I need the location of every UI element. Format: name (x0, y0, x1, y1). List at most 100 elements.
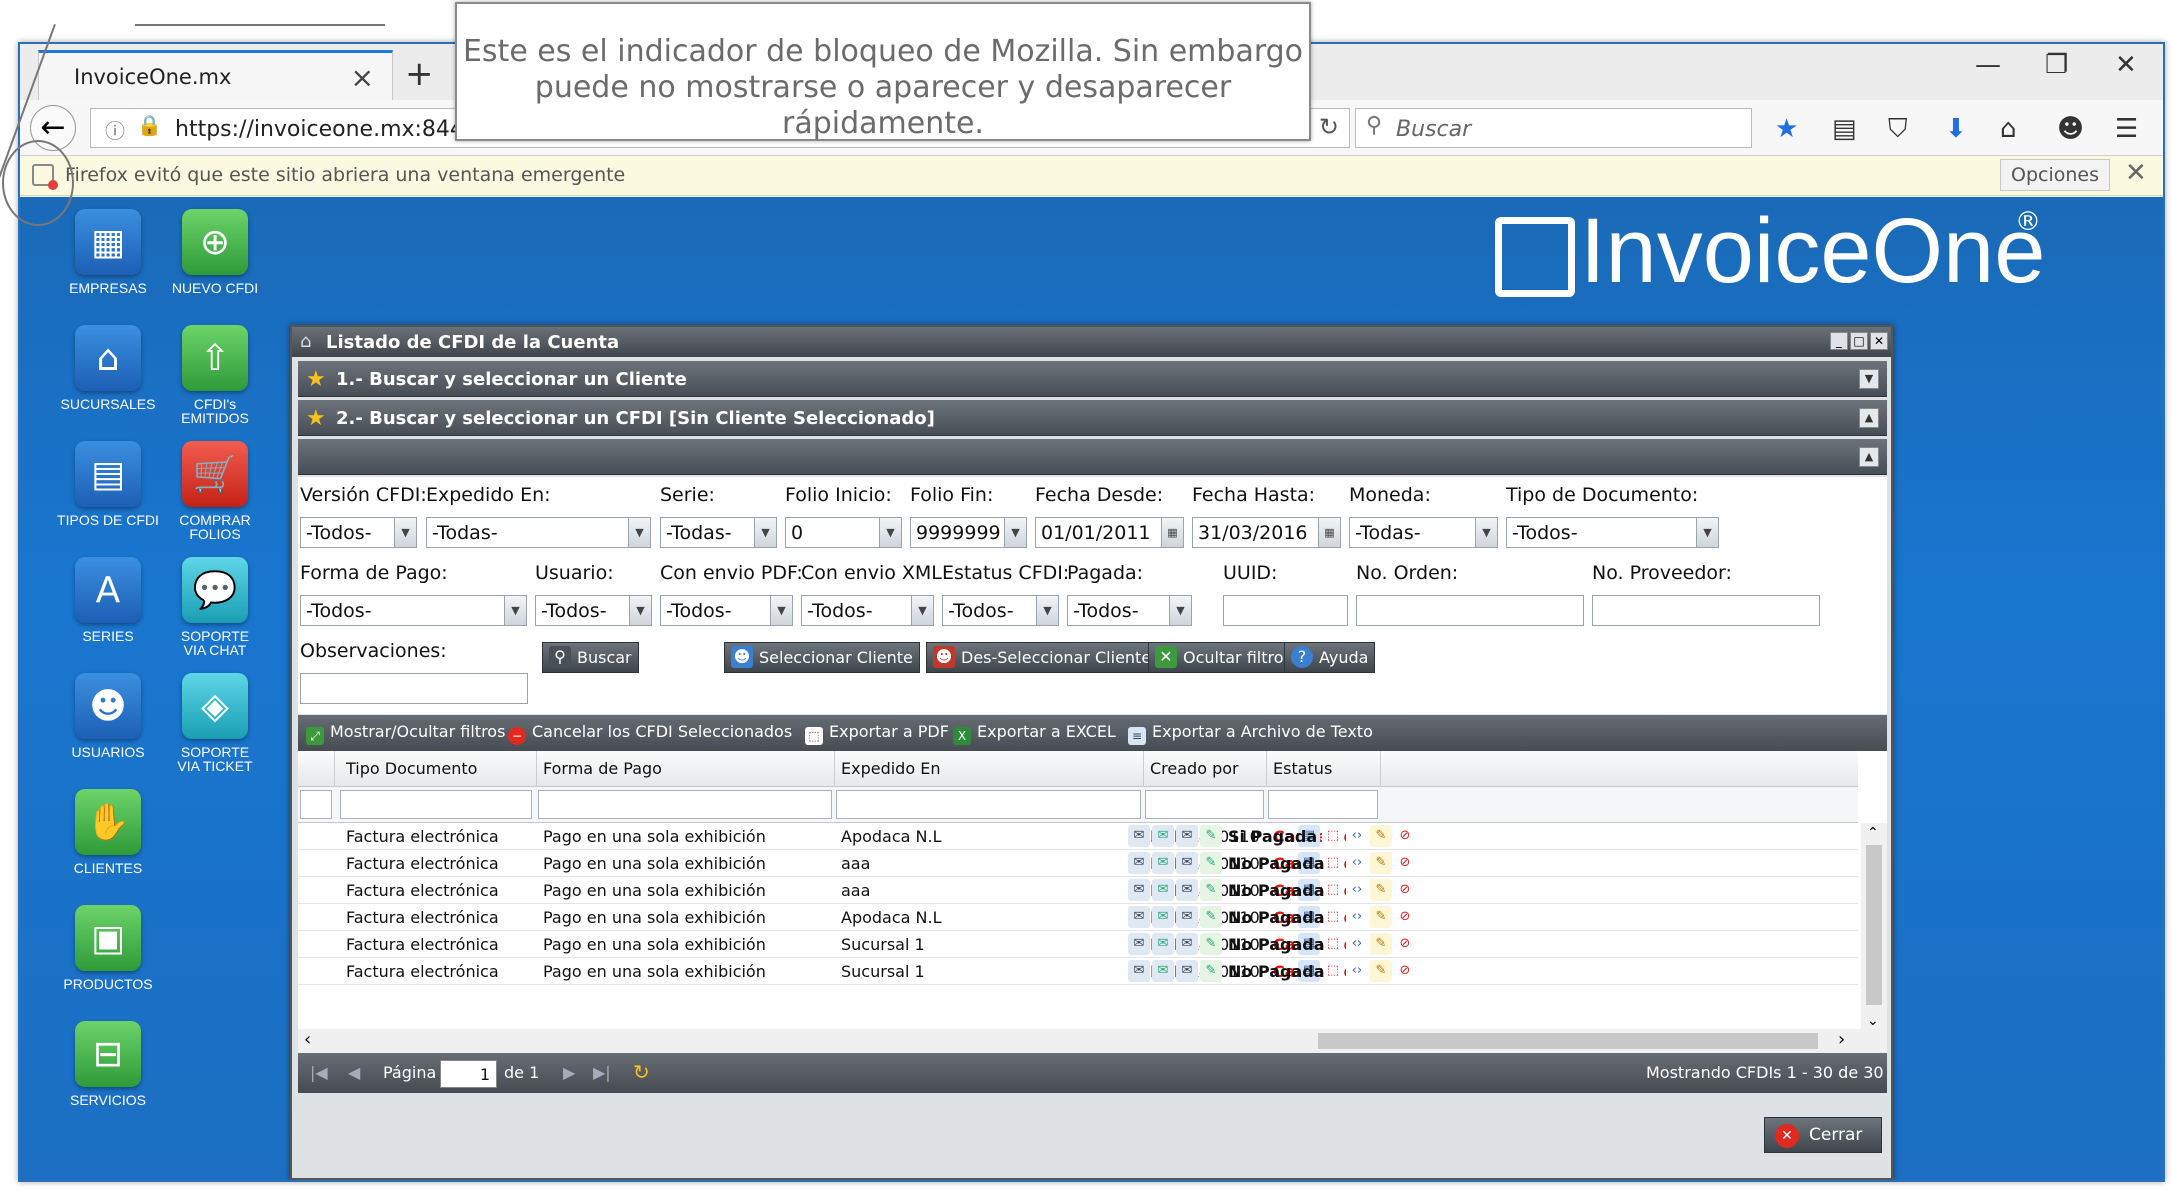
select-estatus[interactable]: -Todos- ▼ (942, 595, 1059, 626)
table-row[interactable]: Factura electrónica Pago en una sola exhi… (298, 958, 1858, 985)
download-icon[interactable]: ⬇ (1945, 114, 1967, 144)
no-orden-input[interactable] (1356, 595, 1584, 626)
scroll-up-icon[interactable]: ⌃ (1867, 825, 1879, 841)
browser-tab[interactable]: InvoiceOne.mx × (38, 50, 393, 100)
stepper-folio-inicio[interactable]: 0 ▼ (785, 517, 902, 548)
column-header-creado[interactable]: Creado por (1150, 759, 1239, 778)
send-email-icon[interactable]: ✉ (1152, 879, 1174, 901)
select-envio-pdf[interactable]: -Todos- ▼ (660, 595, 793, 626)
grid-filter-tipo[interactable] (340, 790, 532, 819)
forward-icon[interactable]: ✉ (1176, 933, 1198, 955)
first-page-icon[interactable]: |◀ (310, 1063, 328, 1082)
column-header-estatus[interactable]: Estatus (1273, 759, 1332, 778)
cancelar-cfdi-button[interactable]: − Cancelar los CFDI Seleccionados (508, 722, 792, 745)
new-tab-icon[interactable]: + (405, 54, 434, 94)
collapse-icon[interactable]: ▲ (1859, 408, 1879, 428)
grid-filter-forma[interactable] (538, 790, 832, 819)
forward-icon[interactable]: ✉ (1176, 852, 1198, 874)
table-row[interactable]: Factura electrónica Pago en una sola exhi… (298, 823, 1858, 850)
collapse-icon[interactable]: ▲ (1859, 447, 1879, 467)
desktop-series[interactable]: A SERIES (53, 557, 163, 643)
select-expedido[interactable]: -Todas- ▼ (426, 517, 651, 548)
page-input[interactable]: 1 (440, 1060, 497, 1088)
chevron-down-icon[interactable]: ▼ (1004, 518, 1026, 547)
edit-icon[interactable]: ✎ (1370, 879, 1392, 901)
desktop-tipos-cfdi[interactable]: ▤ TIPOS DE CFDI (53, 441, 163, 527)
chevron-down-icon[interactable]: ▼ (1696, 518, 1718, 547)
table-row[interactable]: Factura electrónica Pago en una sola exhi… (298, 877, 1858, 904)
scroll-down-icon[interactable]: ⌄ (1867, 1013, 1879, 1029)
edit-icon[interactable]: ✎ (1370, 960, 1392, 982)
edit-icon[interactable]: ✎ (1370, 933, 1392, 955)
window-close-icon[interactable]: ✕ (2115, 50, 2137, 80)
pdf-icon[interactable]: ⬚ (1322, 825, 1344, 847)
exportar-excel-button[interactable]: X Exportar a EXCEL (953, 722, 1116, 745)
uuid-input[interactable] (1223, 595, 1348, 626)
notification-close-icon[interactable]: ✕ (2125, 158, 2147, 188)
window-close-icon[interactable]: ✕ (1870, 332, 1888, 350)
mostrar-filtros-button[interactable]: ⤢ Mostrar/Ocultar filtros (306, 722, 505, 745)
delete-icon[interactable]: ⊘ (1394, 933, 1416, 955)
stepper-folio-fin[interactable]: 9999999 ▼ (910, 517, 1027, 548)
select-usuario[interactable]: -Todos- ▼ (535, 595, 652, 626)
send-email-icon[interactable]: ✉ (1152, 960, 1174, 982)
email-icon[interactable]: ✉ (1128, 933, 1150, 955)
reload-icon[interactable]: ↻ (1319, 113, 1339, 141)
bookmark-star-icon[interactable]: ★ (1775, 114, 1798, 144)
payment-icon[interactable]: ✎ (1200, 852, 1222, 874)
minimize-icon[interactable]: — (1975, 50, 2001, 80)
select-forma-pago[interactable]: -Todos- ▼ (300, 595, 527, 626)
select-tipo-documento[interactable]: -Todos- ▼ (1506, 517, 1719, 548)
delete-icon[interactable]: ⊘ (1394, 879, 1416, 901)
pdf-icon[interactable]: ⬚ (1322, 879, 1344, 901)
window-maximize-icon[interactable]: □ (1850, 332, 1868, 350)
exportar-texto-button[interactable]: ≡ Exportar a Archivo de Texto (1128, 722, 1373, 745)
desktop-productos[interactable]: ▣ PRODUCTOS (53, 905, 163, 991)
desktop-clientes[interactable]: ✋ CLIENTES (53, 789, 163, 875)
pocket-icon[interactable]: ⛉ (1888, 114, 1908, 145)
desktop-usuarios[interactable]: ☻ USUARIOS (53, 673, 163, 759)
panel-buscar-cfdi[interactable]: ★ 2.- Buscar y seleccionar un CFDI [Sin … (298, 400, 1887, 436)
lock-icon[interactable]: 🔒 (137, 113, 162, 137)
forward-icon[interactable]: ✉ (1176, 906, 1198, 928)
edit-icon[interactable]: ✎ (1370, 825, 1392, 847)
last-page-icon[interactable]: ▶| (593, 1063, 611, 1082)
delete-icon[interactable]: ⊘ (1394, 825, 1416, 847)
date-fecha-hasta[interactable]: 31/03/2016 ▦ (1192, 517, 1341, 548)
desktop-cfdis-emitidos[interactable]: ⇧ CFDI's EMITIDOS (160, 325, 270, 425)
column-header-tipo[interactable]: Tipo Documento (346, 759, 477, 778)
window-minimize-icon[interactable]: _ (1830, 332, 1848, 350)
buscar-button[interactable]: ⚲ Buscar (542, 642, 639, 673)
reading-list-icon[interactable]: ▤ (1832, 114, 1857, 144)
refresh-icon[interactable]: ↻ (633, 1060, 650, 1084)
next-page-icon[interactable]: ▶ (563, 1063, 575, 1082)
select-pagada[interactable]: -Todos- ▼ (1067, 595, 1192, 626)
chevron-down-icon[interactable]: ▼ (770, 596, 792, 625)
chevron-down-icon[interactable]: ▼ (1475, 518, 1497, 547)
chevron-down-icon[interactable]: ▼ (879, 518, 901, 547)
calendar-icon[interactable]: ▦ (1161, 518, 1183, 547)
send-email-icon[interactable]: ✉ (1152, 852, 1174, 874)
xml-icon[interactable]: ‹› (1346, 879, 1368, 901)
forward-icon[interactable]: ✉ (1176, 879, 1198, 901)
chevron-down-icon[interactable]: ▼ (1036, 596, 1058, 625)
ayuda-button[interactable]: ? Ayuda (1284, 642, 1376, 673)
pdf-icon[interactable]: ⬚ (1322, 933, 1344, 955)
desktop-nuevo-cfdi[interactable]: ⊕ NUEVO CFDI (160, 209, 270, 295)
send-email-icon[interactable]: ✉ (1152, 933, 1174, 955)
send-email-icon[interactable]: ✉ (1152, 825, 1174, 847)
vertical-scrollbar[interactable]: ⌃ ⌄ (1861, 823, 1887, 1029)
email-icon[interactable]: ✉ (1128, 879, 1150, 901)
info-icon[interactable]: ⓘ (105, 115, 125, 144)
exportar-pdf-button[interactable]: ⬚ Exportar a PDF (805, 722, 949, 745)
calendar-icon[interactable]: ▦ (1318, 518, 1340, 547)
chevron-down-icon[interactable]: ▼ (754, 518, 776, 547)
horizontal-scrollbar[interactable]: ‹ › (298, 1029, 1887, 1053)
payment-icon[interactable]: ✎ (1200, 933, 1222, 955)
xml-icon[interactable]: ‹› (1346, 906, 1368, 928)
xml-icon[interactable]: ‹› (1346, 960, 1368, 982)
payment-icon[interactable]: ✎ (1200, 960, 1222, 982)
email-icon[interactable]: ✉ (1128, 960, 1150, 982)
des-seleccionar-cliente-button[interactable]: ☻ Des-Seleccionar Cliente (926, 642, 1159, 673)
email-icon[interactable]: ✉ (1128, 825, 1150, 847)
